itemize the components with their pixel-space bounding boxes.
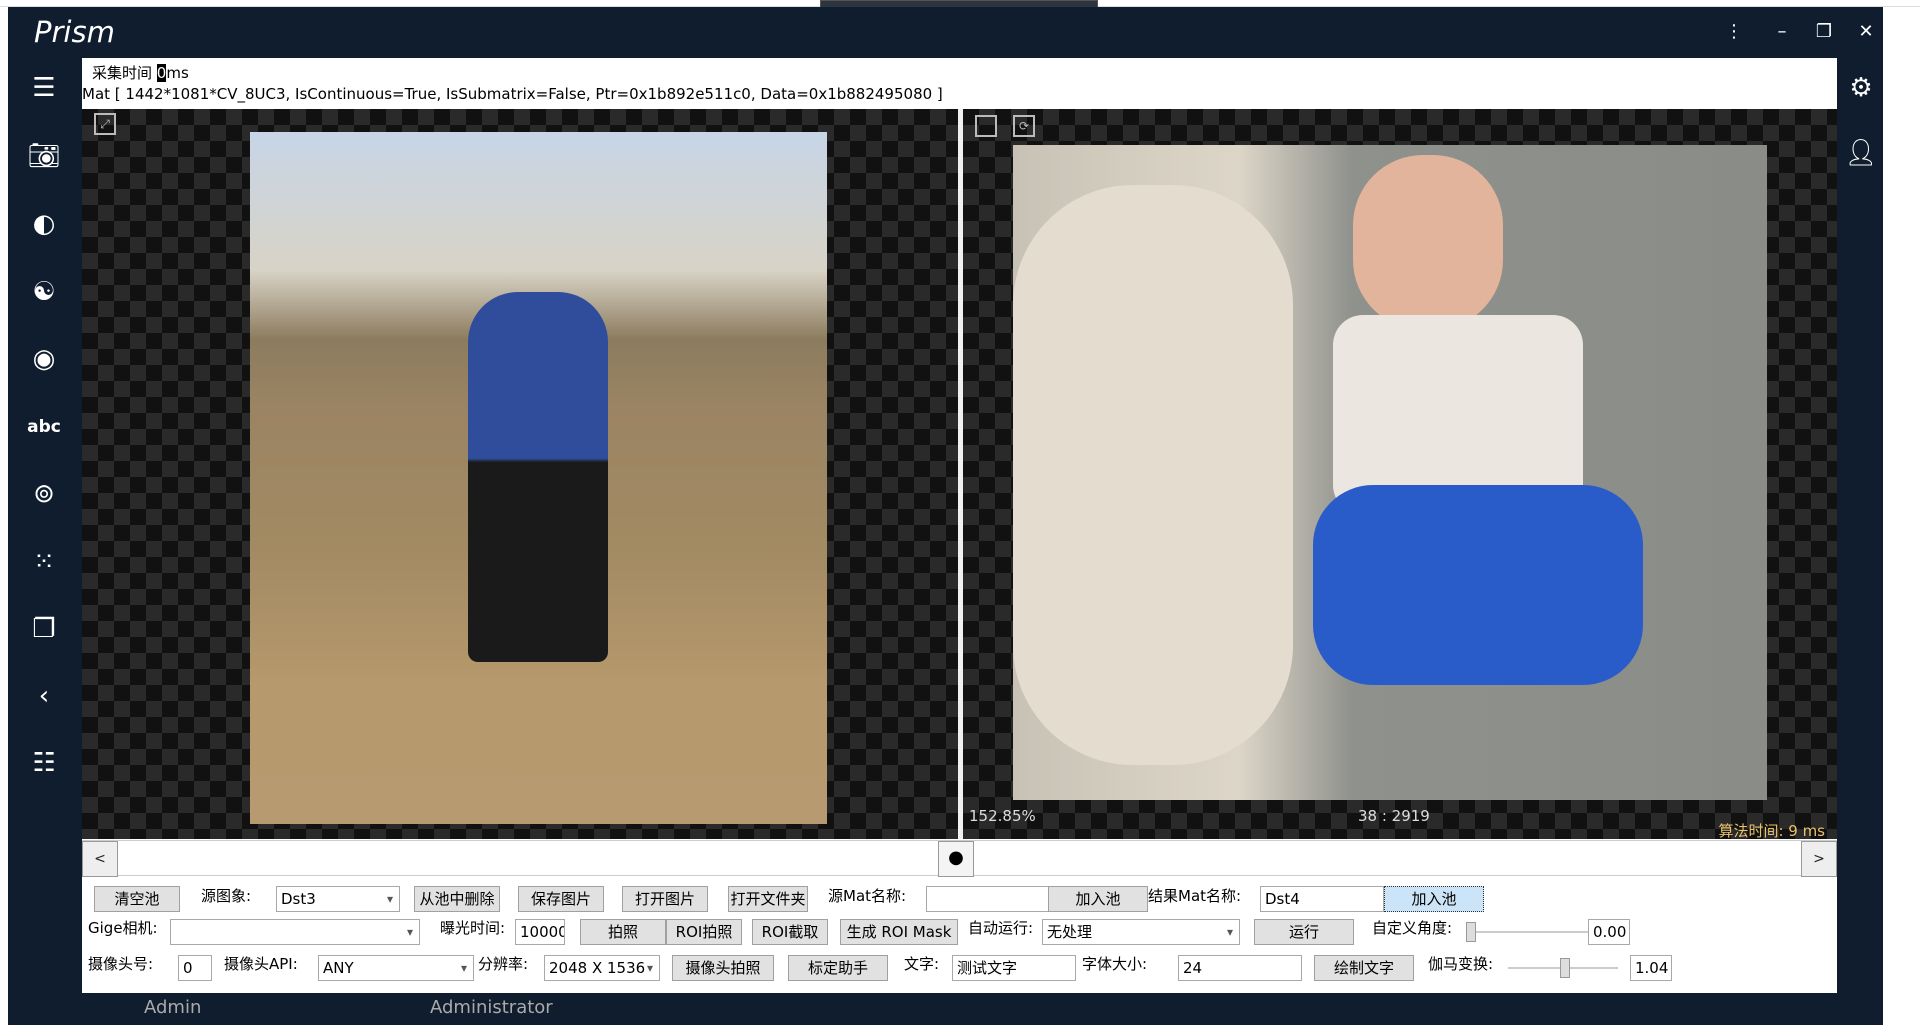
next-button[interactable]: > <box>1801 841 1837 877</box>
center-button[interactable]: ● <box>938 841 974 877</box>
add-pool-result-button[interactable]: 加入池 <box>1384 886 1484 912</box>
angle-slider-knob[interactable] <box>1466 922 1476 942</box>
gen-roi-mask-button[interactable]: 生成 ROI Mask <box>840 919 958 945</box>
roi-crop-button[interactable]: ROI截取 <box>752 919 828 945</box>
document-icon[interactable]: ☷ <box>24 743 64 783</box>
cam-api-label: 摄像头API: <box>224 955 298 973</box>
angle-slider[interactable] <box>1466 919 1590 945</box>
rotate-icon[interactable]: ⟳ <box>1013 115 1035 137</box>
capture-unit: ms <box>166 64 189 82</box>
algo-time: 算法时间: 9 ms <box>1718 822 1825 839</box>
square-icon[interactable] <box>975 115 997 137</box>
image-navigator: < ● > <box>82 840 1837 877</box>
shoot-button[interactable]: 拍照 <box>580 919 666 945</box>
contrast-icon[interactable]: ◐ <box>24 204 64 244</box>
expand-icon[interactable]: ⤢ <box>94 113 116 135</box>
resolution-select[interactable]: 2048 X 1536 <box>544 955 660 981</box>
angle-input[interactable]: 0.00 <box>1588 919 1630 945</box>
open-folder-button[interactable]: 打开文件夹 <box>728 886 808 912</box>
roi-shoot-button[interactable]: ROI拍照 <box>666 919 742 945</box>
pixel-coord: 38 : 2919 <box>1358 807 1430 825</box>
cam-no-label: 摄像头号: <box>88 955 154 973</box>
source-label: 源图象: <box>201 887 252 905</box>
exposure-label: 曝光时间: <box>440 919 506 937</box>
src-mat-input[interactable] <box>926 886 1050 912</box>
capture-value: 0 <box>156 64 167 82</box>
yin-yang-icon[interactable]: ☯ <box>24 272 64 312</box>
cam-no-input[interactable]: 0 <box>178 955 212 981</box>
source-image <box>250 132 827 824</box>
dots-icon[interactable]: ⁙ <box>24 542 64 582</box>
gige-label: Gige相机: <box>88 919 158 937</box>
font-size-input[interactable]: 24 <box>1178 955 1302 981</box>
gamma-slider-knob[interactable] <box>1560 958 1570 978</box>
content-area: 采集时间 0ms Mat [ 1442*1081*CV_8UC3, IsCont… <box>82 58 1837 993</box>
capture-time: 采集时间 0ms <box>92 62 189 83</box>
gige-select[interactable] <box>170 919 420 945</box>
gamma-label: 伽马变换: <box>1428 955 1494 973</box>
left-sidebar: ☰ 📷︎ ◐ ☯ ◉ abc ⊚ ⁙ ❐ ‹ ☷ <box>8 58 82 993</box>
right-sidebar: ⚙ 👤︎ <box>1837 58 1883 993</box>
add-pool-button[interactable]: 加入池 <box>1048 886 1148 912</box>
user-icon[interactable]: 👤︎ <box>1841 133 1881 173</box>
camera-icon[interactable]: 📷︎ <box>24 136 64 176</box>
result-image <box>1013 145 1767 800</box>
subject-figure <box>1313 155 1673 775</box>
gear-icon[interactable]: ⚙ <box>1841 68 1881 108</box>
result-mat-label: 结果Mat名称: <box>1148 887 1242 905</box>
text-label: 文字: <box>904 955 940 973</box>
mat-info: Mat [ 1442*1081*CV_8UC3, IsContinuous=Tr… <box>82 85 943 103</box>
save-image-button[interactable]: 保存图片 <box>518 886 604 912</box>
result-viewer[interactable]: ⟳ 152.85% 38 : 2919 算法时间: 9 ms <box>963 109 1837 839</box>
font-size-label: 字体大小: <box>1082 955 1148 973</box>
close-icon[interactable]: ✕ <box>1848 17 1884 47</box>
user-name: Admin <box>144 997 202 1018</box>
app-title: Prism <box>34 15 115 49</box>
source-viewer[interactable]: ⤢ <box>82 109 958 839</box>
gamma-input[interactable]: 1.04 <box>1630 955 1672 981</box>
main-window: Prism ⋮ – ❐ ✕ ☰ 📷︎ ◐ ☯ ◉ abc ⊚ ⁙ ❐ ‹ ☷ ⚙… <box>8 7 1883 1025</box>
auto-run-select[interactable]: 无处理 <box>1042 919 1240 945</box>
remove-from-pool-button[interactable]: 从池中删除 <box>414 886 500 912</box>
run-button[interactable]: 运行 <box>1254 919 1354 945</box>
source-select[interactable]: Dst3 <box>276 886 400 912</box>
cam-shoot-button[interactable]: 摄像头拍照 <box>672 955 774 981</box>
restore-icon[interactable]: ❐ <box>1806 17 1842 47</box>
user-role: Administrator <box>430 997 553 1018</box>
exposure-input[interactable]: 10000 <box>515 919 565 945</box>
clear-pool-button[interactable]: 清空池 <box>94 886 180 912</box>
gamma-slider[interactable] <box>1508 955 1618 981</box>
abc-icon[interactable]: abc <box>24 407 64 447</box>
copy-icon[interactable]: ❐ <box>24 609 64 649</box>
open-image-button[interactable]: 打开图片 <box>622 886 708 912</box>
capture-label: 采集时间 <box>92 64 153 82</box>
angle-label: 自定义角度: <box>1372 919 1453 937</box>
result-mat-input[interactable]: Dst4 <box>1260 886 1384 912</box>
more-icon[interactable]: ⋮ <box>1716 17 1752 47</box>
menu-icon[interactable]: ☰ <box>24 68 64 108</box>
text-input[interactable]: 测试文字 <box>952 955 1076 981</box>
subject-figure <box>468 292 608 662</box>
circle-icon[interactable]: ◉ <box>24 339 64 379</box>
app-root: ⎙ ▭ ↖ ▢ ⬚ ⟳ ✔ ‹ Prism ⋮ – ❐ ✕ ☰ 📷︎ ◐ ☯ ◉… <box>0 0 1920 1030</box>
fingerprint-icon[interactable]: ⊚ <box>24 474 64 514</box>
draw-text-button[interactable]: 绘制文字 <box>1314 955 1414 981</box>
minimize-icon[interactable]: – <box>1764 17 1800 47</box>
resolution-label: 分辨率: <box>478 955 529 973</box>
status-bar: Admin Administrator <box>8 993 1883 1025</box>
zoom-level: 152.85% <box>969 807 1036 825</box>
prev-button[interactable]: < <box>82 841 118 877</box>
pillow-shape <box>1013 185 1293 765</box>
cam-api-select[interactable]: ANY <box>318 955 474 981</box>
auto-run-label: 自动运行: <box>968 919 1034 937</box>
back-icon[interactable]: ‹ <box>24 676 64 716</box>
title-bar: Prism ⋮ – ❐ ✕ <box>8 7 1883 58</box>
calib-button[interactable]: 标定助手 <box>788 955 888 981</box>
src-mat-label: 源Mat名称: <box>828 887 907 905</box>
